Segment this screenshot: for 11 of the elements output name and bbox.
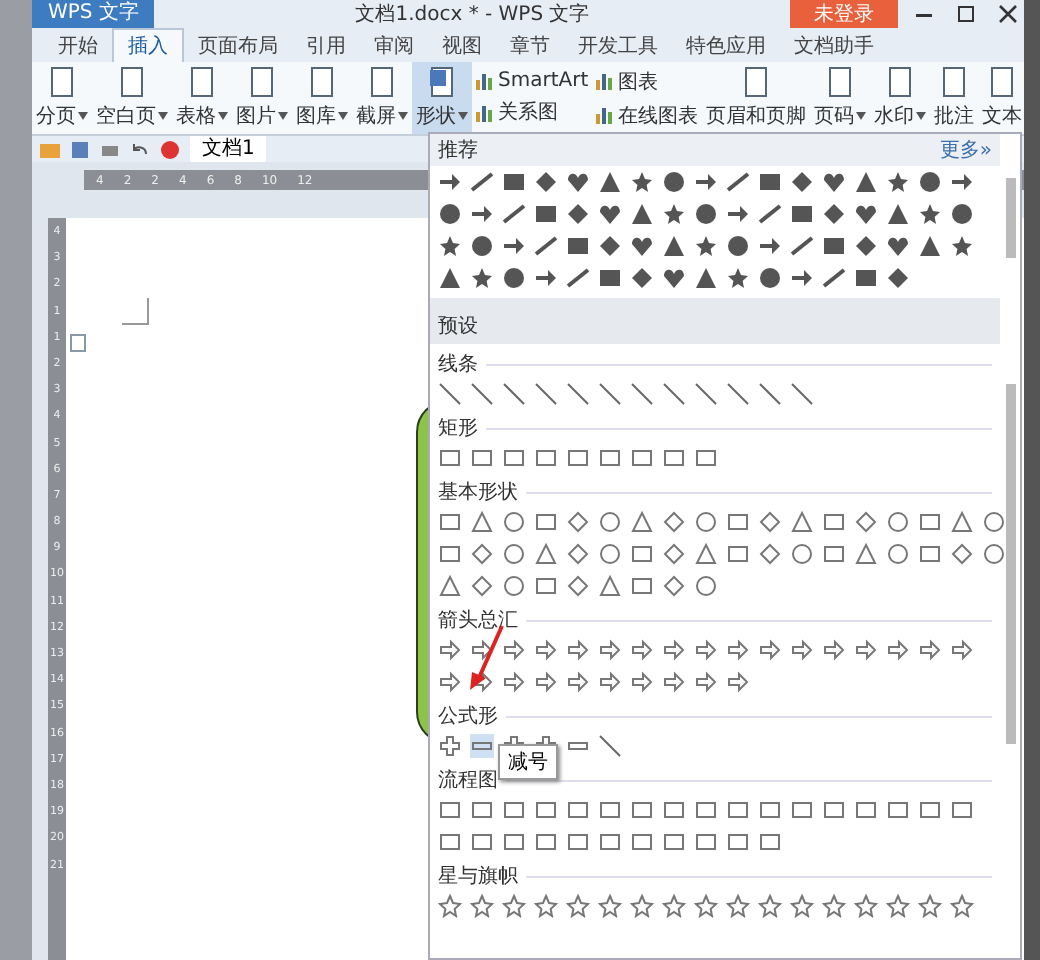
section-title: 线条 [438, 351, 478, 378]
tooltip: 减号 [498, 744, 558, 780]
section-title: 箭头总汇 [438, 607, 518, 634]
section-title: 基本形状 [438, 479, 518, 506]
section-title: 预设 [438, 316, 478, 338]
section-title: 公式形 [438, 703, 498, 730]
window-title: 文档1.docx * - WPS 文字 [353, 1, 592, 28]
section-title: 矩形 [438, 416, 478, 442]
section-title: 星与旗帜 [438, 863, 518, 890]
section-title: 推荐 [438, 137, 478, 164]
section-title: 流程图 [438, 767, 498, 794]
